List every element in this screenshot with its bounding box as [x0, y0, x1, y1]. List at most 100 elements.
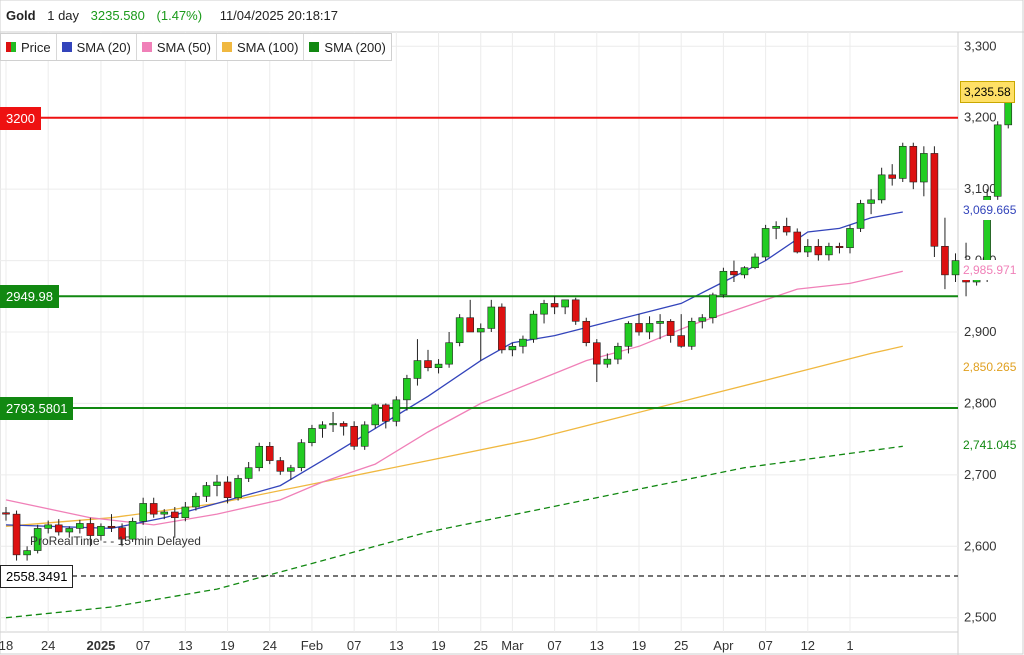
legend-item-sma20[interactable]: SMA (20) — [57, 34, 137, 60]
candle-body — [666, 320, 675, 336]
legend-item-price[interactable]: Price — [1, 34, 57, 60]
candle-body — [582, 320, 591, 344]
x-tick-label: 19 — [220, 638, 234, 653]
price-axis-tag: 3,235.58 — [960, 81, 1015, 104]
sma200-line — [5, 445, 903, 619]
candle-body — [656, 320, 664, 324]
y-tick-label: 3,300 — [964, 38, 997, 53]
candle-body — [814, 245, 823, 256]
candle-body — [761, 228, 770, 258]
candle-body — [12, 513, 21, 556]
candle-body — [381, 404, 390, 422]
candle-body — [202, 485, 211, 497]
price-chart[interactable]: 2,5002,6002,7002,8002,9003,0003,1003,200… — [0, 0, 1024, 655]
legend-item-sma50[interactable]: SMA (50) — [137, 34, 217, 60]
last-price: 3235.580 — [90, 8, 145, 23]
x-tick-label: 07 — [347, 638, 361, 653]
candle-body — [445, 342, 453, 365]
sma100-swatch-icon — [222, 42, 232, 52]
candle-body — [508, 345, 517, 351]
candle-body — [223, 481, 232, 499]
candle-body — [413, 360, 422, 379]
candle-body — [65, 528, 74, 533]
candle-body — [107, 525, 116, 529]
x-tick-label: 13 — [389, 638, 403, 653]
candle-body — [350, 425, 358, 447]
x-tick-label: 2025 — [86, 638, 115, 653]
candle-body — [255, 445, 263, 469]
candle-body — [318, 424, 327, 429]
x-tick-label: 07 — [758, 638, 772, 653]
candle-body — [719, 270, 728, 296]
x-tick-label: 07 — [136, 638, 150, 653]
candle-body — [54, 524, 63, 533]
candle-body — [540, 303, 548, 315]
candle-body — [519, 338, 527, 347]
price-axis-tag: 2,985.971 — [960, 259, 1020, 280]
level-tag[interactable]: 2558.3491 — [0, 565, 74, 589]
sma100-line — [5, 345, 903, 527]
candle-body — [287, 467, 295, 472]
candle-body — [846, 228, 854, 249]
candle-body — [476, 328, 485, 333]
level-tag[interactable]: 3200 — [0, 106, 41, 130]
candle-body — [244, 467, 253, 479]
candle-body — [571, 299, 580, 322]
candle-body — [550, 303, 559, 308]
candle-body — [698, 317, 707, 322]
x-tick-label: Mar — [501, 638, 524, 653]
x-tick-label: 19 — [431, 638, 445, 653]
candle-body — [740, 267, 749, 276]
candle-body — [171, 511, 179, 519]
price-axis-tag: 2,741.045 — [960, 434, 1020, 455]
candle-body — [424, 360, 432, 369]
sma50-swatch-icon — [141, 42, 152, 52]
candle-body — [709, 294, 717, 319]
y-tick-label: 2,800 — [964, 395, 997, 410]
candle-body — [466, 317, 475, 333]
y-tick-label: 3,100 — [964, 181, 997, 196]
candle-body — [635, 323, 643, 333]
level-tag[interactable]: 2793.5801 — [0, 397, 74, 420]
candle-body — [614, 345, 622, 360]
y-tick-label: 2,700 — [964, 467, 997, 482]
candle-body — [888, 174, 897, 179]
legend-label: SMA (50) — [156, 39, 211, 55]
candle-body — [371, 404, 380, 426]
level-tag[interactable]: 2949.98 — [0, 285, 59, 309]
candle-body — [930, 153, 939, 247]
x-tick-label: Apr — [713, 638, 734, 653]
outer-frame — [0, 0, 1024, 655]
candle-body — [276, 460, 285, 472]
candle-body — [234, 478, 242, 499]
timeframe[interactable]: 1 day — [47, 8, 79, 23]
data-source-note: ProRealTime - - 15 min Delayed — [30, 534, 201, 548]
y-tick-label: 3,200 — [964, 110, 997, 125]
candle-body — [677, 335, 686, 347]
candle-body — [308, 428, 316, 444]
candle-body — [265, 445, 274, 461]
candle-body — [825, 245, 833, 256]
candle-body — [455, 317, 464, 344]
x-tick-label: 1 — [846, 638, 853, 653]
candle-body — [403, 378, 411, 401]
candle-body — [297, 442, 306, 469]
candle-body — [434, 363, 443, 369]
candle-body — [339, 423, 348, 427]
candle-body — [329, 423, 337, 426]
x-tick-label: 25 — [474, 638, 488, 653]
candle-body — [793, 231, 802, 253]
y-tick-label: 2,600 — [964, 538, 997, 553]
candle-body — [993, 124, 1002, 197]
candle-body — [192, 495, 200, 508]
candle-body — [920, 153, 928, 183]
candle-body — [909, 145, 918, 183]
legend-item-sma200[interactable]: SMA (200) — [304, 34, 390, 60]
candle-body — [603, 358, 612, 365]
x-tick-label: 12 — [801, 638, 815, 653]
price-axis-tag: 3,069.665 — [960, 199, 1020, 220]
price-change: (1.47%) — [156, 8, 203, 23]
x-tick-label: 25 — [674, 638, 688, 653]
price-axis-tag: 2,850.265 — [960, 356, 1020, 377]
legend-item-sma100[interactable]: SMA (100) — [217, 34, 305, 60]
